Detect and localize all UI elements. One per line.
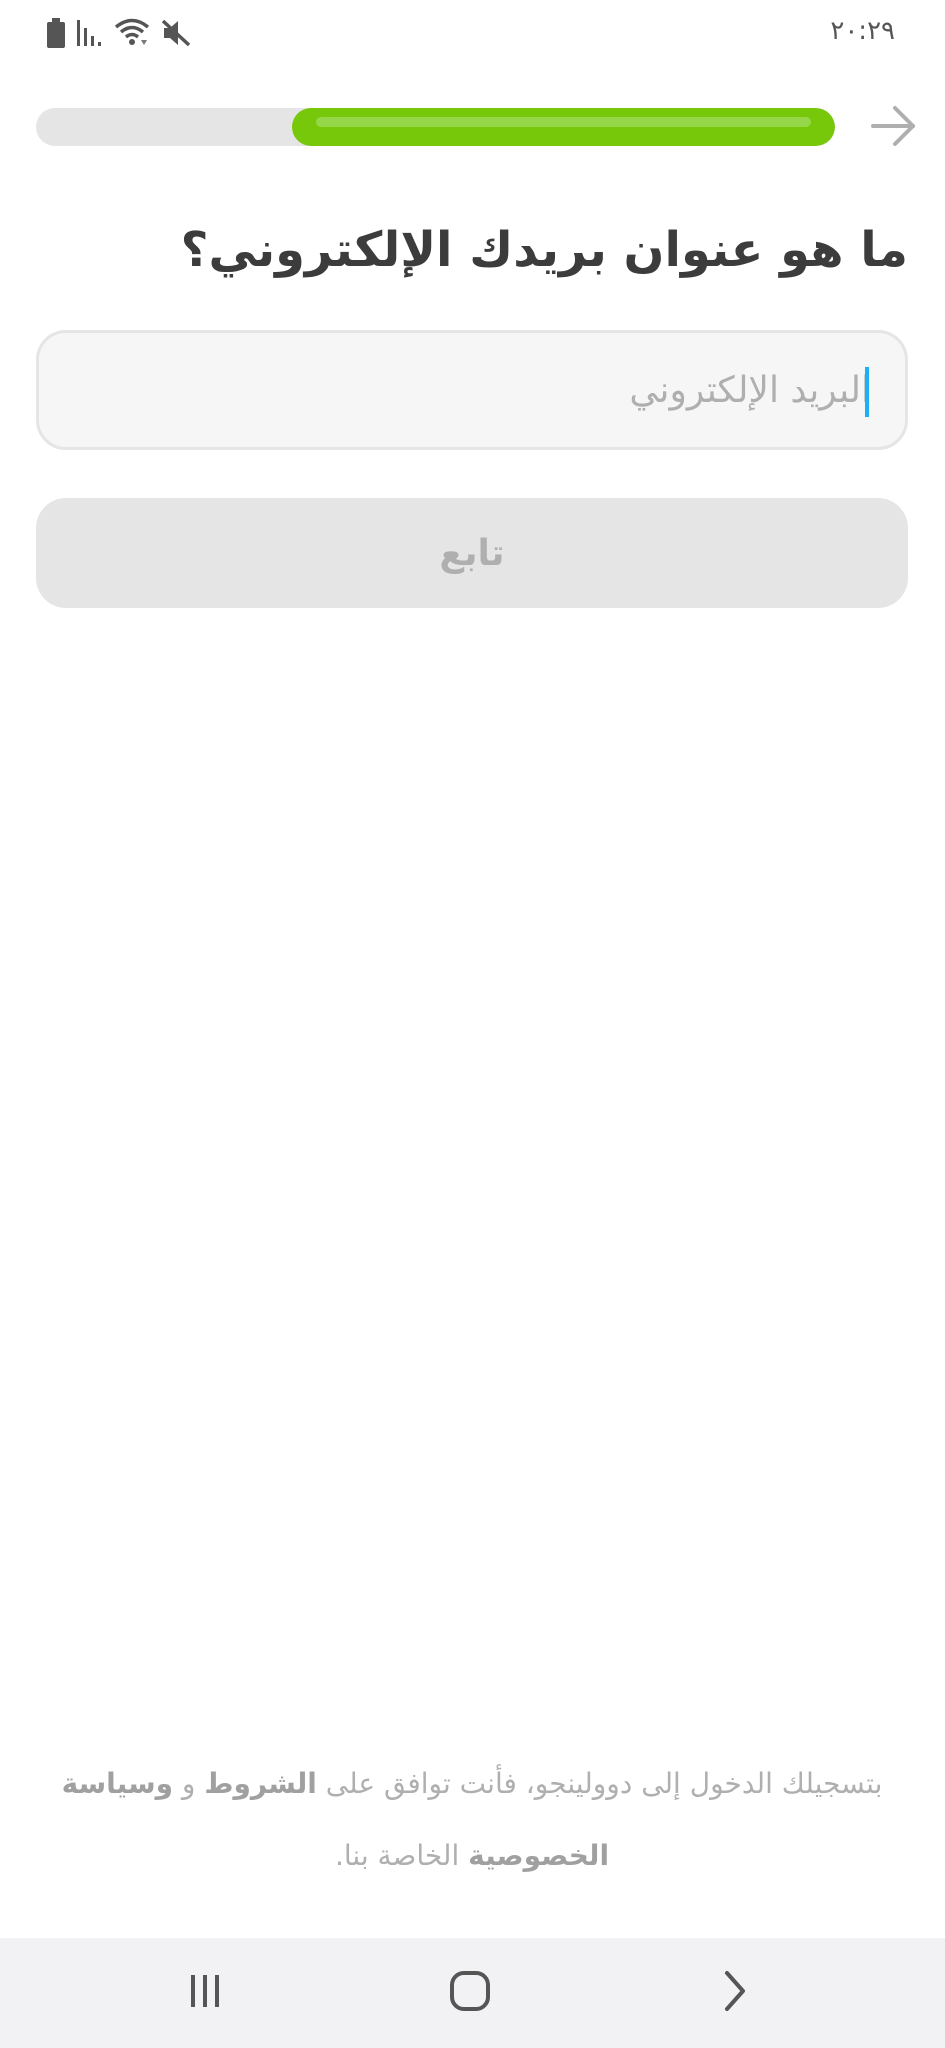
progress-bar (36, 108, 835, 146)
legal-conjunction: و (181, 1767, 196, 1800)
legal-text: بتسجيلك الدخول إلى دوولينجو، فأنت توافق … (60, 1748, 884, 1892)
back-icon (715, 1969, 755, 2017)
progress-highlight (315, 117, 811, 127)
email-input[interactable] (39, 333, 905, 447)
arrow-right-icon (869, 104, 917, 152)
recent-apps-button[interactable] (160, 1958, 250, 2028)
wifi-icon (114, 18, 150, 52)
text-cursor (865, 367, 869, 417)
home-icon (448, 1969, 492, 2017)
home-button[interactable] (425, 1958, 515, 2028)
page-title: ما هو عنوان بريدك الإلكتروني؟ (180, 222, 908, 278)
system-nav-bar (0, 1938, 945, 2048)
status-icons (46, 18, 192, 52)
continue-button[interactable]: تابع (36, 498, 908, 608)
terms-link[interactable]: الشروط (204, 1767, 317, 1800)
status-time: ٢٠:٢٩ (830, 16, 895, 46)
email-field[interactable] (36, 330, 908, 450)
legal-prefix: بتسجيلك الدخول إلى دوولينجو، فأنت توافق … (325, 1767, 883, 1800)
top-row (36, 104, 916, 152)
mute-icon (160, 18, 192, 52)
recent-apps-icon (185, 1971, 225, 2015)
back-button[interactable] (866, 104, 920, 152)
system-back-button[interactable] (690, 1958, 780, 2028)
status-bar: ٢٠:٢٩ (0, 0, 945, 70)
progress-fill (291, 108, 835, 146)
legal-suffix: الخاصة بنا. (334, 1839, 460, 1872)
signal-icon (76, 18, 104, 52)
battery-icon (46, 18, 66, 52)
